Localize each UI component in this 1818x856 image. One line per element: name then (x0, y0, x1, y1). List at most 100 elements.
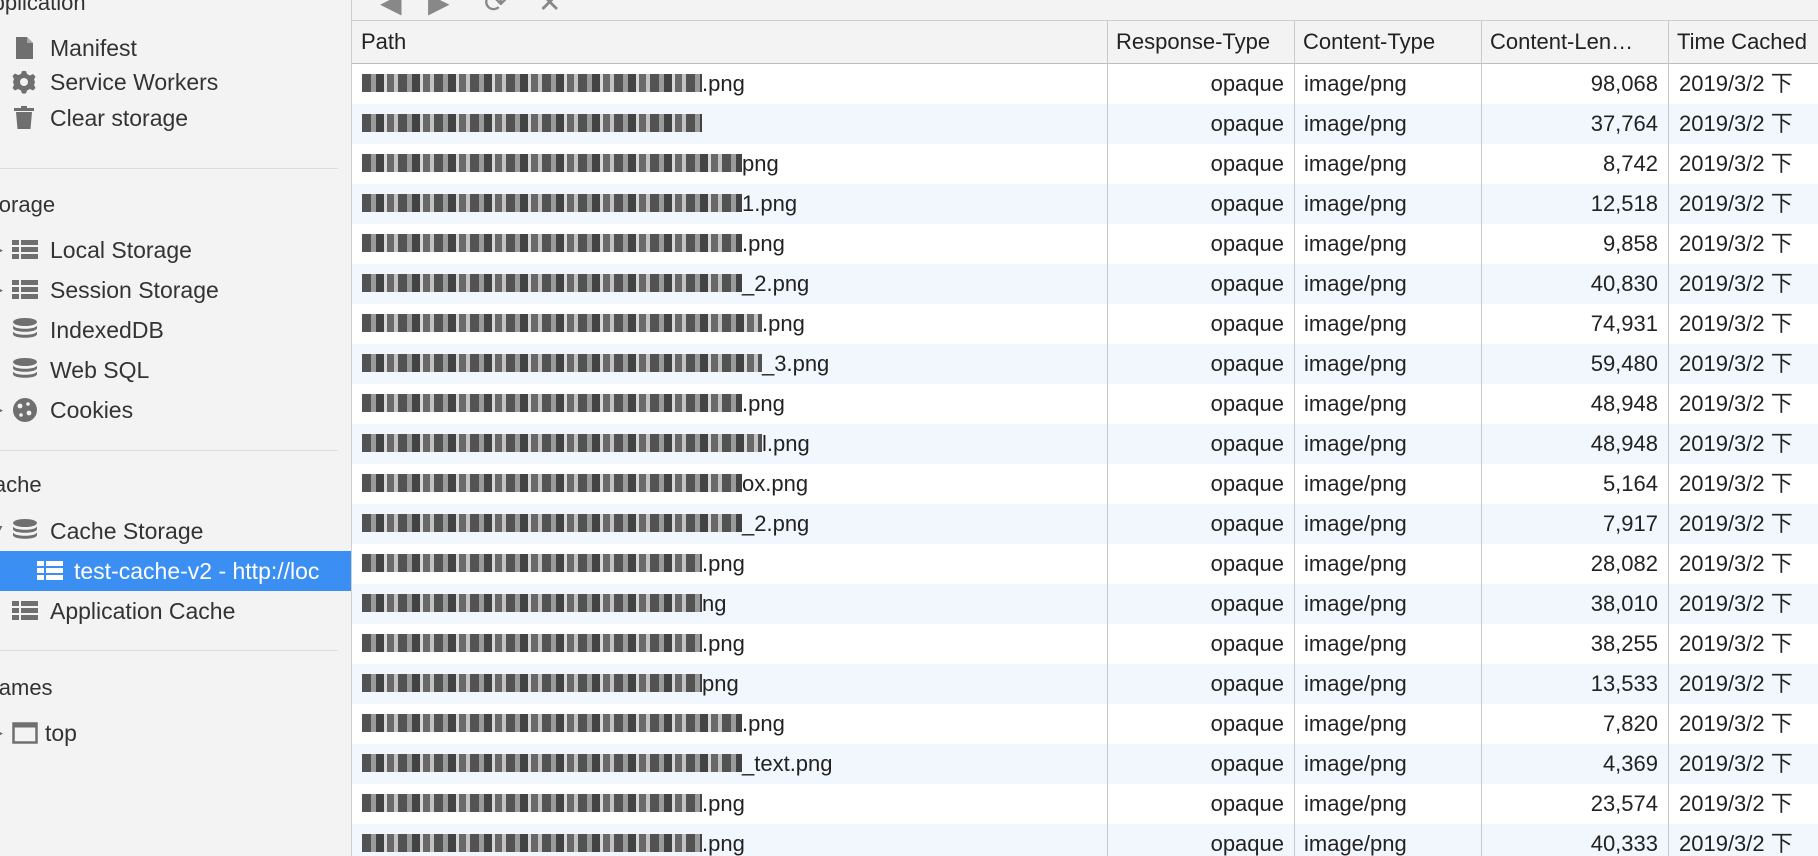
cache-entries-table: Path Response-Type Content-Type Content-… (352, 21, 1818, 856)
cell-content-length: 48,948 (1590, 391, 1658, 416)
cell-content-type: image/png (1304, 511, 1407, 536)
redacted-path-mask (362, 714, 742, 733)
sidebar-item-label: Service Workers (50, 68, 219, 95)
database-icon (13, 519, 37, 539)
column-separator[interactable] (1481, 21, 1482, 856)
table-row[interactable]: ng opaque image/png 38,010 2019/3/2 下 (352, 584, 1818, 624)
sidebar-item-web-sql[interactable]: Web SQL (0, 350, 351, 390)
table-row[interactable]: png opaque image/png 8,742 2019/3/2 下 (352, 144, 1818, 184)
table-row[interactable]: opaque image/png 37,764 2019/3/2 下 (352, 104, 1818, 144)
sidebar-item-application-cache[interactable]: Application Cache (0, 591, 351, 631)
sidebar-item-cache-storage[interactable]: ▶ Cache Storage (0, 511, 351, 551)
table-row[interactable]: .png opaque image/png 7,820 2019/3/2 下 (352, 704, 1818, 744)
cell-time-cached: 2019/3/2 下 (1679, 151, 1793, 176)
table-row[interactable]: _2.png opaque image/png 40,830 2019/3/2 下 (352, 264, 1818, 304)
cell-content-type: image/png (1304, 431, 1407, 456)
redacted-path-mask (362, 514, 742, 533)
cell-response-type: opaque (1210, 231, 1284, 256)
sidebar-item-session-storage[interactable]: ▶ Session Storage (0, 270, 351, 310)
column-separator[interactable] (1107, 21, 1108, 856)
column-separator[interactable] (1294, 21, 1295, 856)
delete-icon[interactable]: ✕ (538, 0, 561, 19)
cell-time-cached: 2019/3/2 下 (1679, 551, 1793, 576)
cell-response-type: opaque (1210, 431, 1284, 456)
table-row[interactable]: .png opaque image/png 74,931 2019/3/2 下 (352, 304, 1818, 344)
cell-content-type: image/png (1304, 591, 1407, 616)
cell-content-length: 59,480 (1590, 351, 1658, 376)
path-suffix: .png (742, 711, 785, 736)
cell-time-cached: 2019/3/2 下 (1679, 471, 1793, 496)
cell-path: .png (352, 704, 1107, 744)
column-header-response-type[interactable]: Response-Type (1107, 21, 1294, 63)
sidebar-item-top-frame[interactable]: ▶ top (0, 713, 351, 753)
cell-content-length: 12,518 (1590, 191, 1658, 216)
cell-time-cached: 2019/3/2 下 (1679, 831, 1793, 856)
cell-content-type: image/png (1304, 271, 1407, 296)
sidebar-item-test-cache-v2[interactable]: test-cache-v2 - http://loc (0, 551, 351, 591)
cell-path: .png (352, 384, 1107, 424)
cell-path: .png (352, 224, 1107, 264)
table-row[interactable]: l.png opaque image/png 48,948 2019/3/2 下 (352, 424, 1818, 464)
table-row[interactable]: .png opaque image/png 9,858 2019/3/2 下 (352, 224, 1818, 264)
cell-response-type: opaque (1210, 271, 1284, 296)
column-header-path[interactable]: Path (352, 21, 1107, 63)
redacted-path-mask (362, 474, 742, 493)
sidebar-item-label: Manifest (50, 34, 137, 61)
table-row[interactable]: .png opaque image/png 48,948 2019/3/2 下 (352, 384, 1818, 424)
expand-arrow-icon[interactable]: ▶ (0, 725, 3, 741)
sidebar-item-cookies[interactable]: ▶ Cookies (0, 390, 351, 430)
table-row[interactable]: png opaque image/png 13,533 2019/3/2 下 (352, 664, 1818, 704)
cell-path: ng (352, 584, 1107, 624)
column-separator[interactable] (1668, 21, 1669, 856)
redacted-path-mask (362, 74, 702, 93)
cell-time-cached: 2019/3/2 下 (1679, 631, 1793, 656)
table-row[interactable]: _2.png opaque image/png 7,917 2019/3/2 下 (352, 504, 1818, 544)
table-row[interactable]: .png opaque image/png 40,333 2019/3/2 下 (352, 824, 1818, 856)
cell-path: _3.png (352, 344, 1107, 384)
cell-response-type: opaque (1210, 351, 1284, 376)
table-row[interactable]: .png opaque image/png 38,255 2019/3/2 下 (352, 624, 1818, 664)
cell-time-cached: 2019/3/2 下 (1679, 391, 1793, 416)
cell-response-type: opaque (1210, 191, 1284, 216)
cell-content-type: image/png (1304, 311, 1407, 336)
table-row[interactable]: .png opaque image/png 98,068 2019/3/2 下 (352, 64, 1818, 104)
cell-path: png (352, 664, 1107, 704)
sidebar-item-indexeddb[interactable]: IndexedDB (0, 310, 351, 350)
table-row[interactable]: 1.png opaque image/png 12,518 2019/3/2 下 (352, 184, 1818, 224)
table-row[interactable]: _3.png opaque image/png 59,480 2019/3/2 下 (352, 344, 1818, 384)
cell-content-length: 40,830 (1590, 271, 1658, 296)
table-row[interactable]: .png opaque image/png 23,574 2019/3/2 下 (352, 784, 1818, 824)
sidebar-item-clear-storage[interactable]: Clear storage (0, 98, 351, 138)
document-icon (16, 37, 33, 59)
table-row[interactable]: .png opaque image/png 28,082 2019/3/2 下 (352, 544, 1818, 584)
sidebar-item-service-workers[interactable]: Service Workers (0, 62, 351, 102)
grid-icon (12, 280, 38, 299)
cell-path: _2.png (352, 264, 1107, 304)
table-row[interactable]: ox.png opaque image/png 5,164 2019/3/2 下 (352, 464, 1818, 504)
redacted-path-mask (362, 354, 762, 373)
column-header-time-cached[interactable]: Time Cached (1668, 21, 1818, 63)
column-header-content-length[interactable]: Content-Len… (1481, 21, 1668, 63)
redacted-path-mask (362, 274, 742, 293)
expand-arrow-icon[interactable]: ▶ (0, 526, 6, 536)
redacted-path-mask (362, 834, 702, 853)
expand-arrow-icon[interactable]: ▶ (0, 282, 3, 298)
path-suffix: .png (702, 831, 745, 856)
cell-path: png (352, 144, 1107, 184)
path-suffix: _2.png (742, 511, 810, 536)
cell-content-type: image/png (1304, 471, 1407, 496)
cell-content-type: image/png (1304, 631, 1407, 656)
expand-arrow-icon[interactable]: ▶ (0, 402, 3, 418)
database-icon (13, 318, 37, 338)
sidebar-item-local-storage[interactable]: ▶ Local Storage (0, 230, 351, 270)
expand-arrow-icon[interactable]: ▶ (0, 242, 3, 258)
cell-response-type: opaque (1210, 511, 1284, 536)
devtools-application-panel: Application Manifest Service Workers Cle… (0, 0, 1818, 856)
back-icon[interactable]: ◀ (380, 0, 402, 19)
section-title-frames: Frames (0, 675, 53, 700)
column-header-content-type[interactable]: Content-Type (1294, 21, 1481, 63)
table-row[interactable]: _text.png opaque image/png 4,369 2019/3/2 下 (352, 744, 1818, 784)
cell-response-type: opaque (1210, 71, 1284, 96)
forward-icon[interactable]: ▶ (428, 0, 450, 19)
refresh-icon[interactable]: ⟳ (484, 0, 507, 19)
